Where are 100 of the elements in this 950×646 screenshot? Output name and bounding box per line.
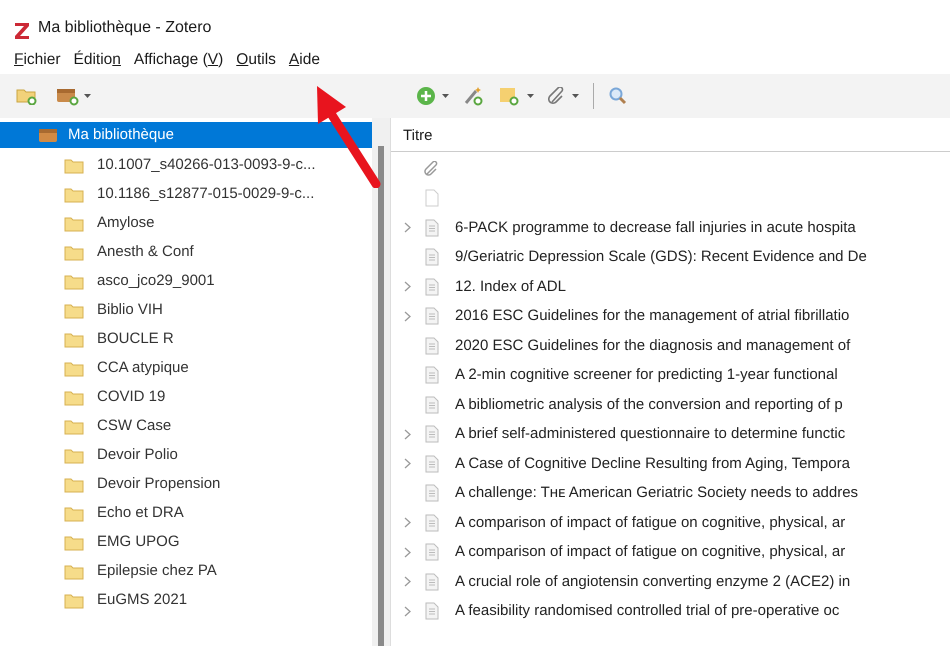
collection-item[interactable]: COVID 19 bbox=[0, 383, 372, 412]
collection-item[interactable]: 10.1186_s12877-015-0029-9-c... bbox=[0, 180, 372, 209]
new-item-button[interactable] bbox=[416, 86, 449, 106]
document-icon bbox=[425, 248, 439, 266]
collection-item[interactable]: Epilepsie chez PA bbox=[0, 557, 372, 586]
item-row[interactable]: 6-PACK programme to decrease fall injuries in acute hospita bbox=[391, 213, 950, 242]
folder-icon bbox=[64, 274, 84, 290]
item-title: 9/Geriatric Depression Scale (GDS): Recent Evidence and De bbox=[454, 247, 867, 267]
menu-item[interactable]: Édition bbox=[74, 48, 121, 72]
item-title: 6-PACK programme to decrease fall injuries in acute hospita bbox=[454, 218, 856, 238]
caret-icon bbox=[442, 94, 449, 98]
collection-item[interactable]: EMG UPOG bbox=[0, 528, 372, 557]
expand-chevron-icon[interactable] bbox=[404, 576, 410, 588]
new-library-button[interactable] bbox=[56, 86, 91, 106]
item-row[interactable]: 2016 ESC Guidelines for the management of atrial fibrillatio bbox=[391, 302, 950, 331]
item-title: A crucial role of angiotensin converting enzyme 2 (ACE2) in bbox=[454, 572, 850, 592]
library-icon bbox=[38, 127, 58, 143]
item-title: A bibliometric analysis of the conversion and reporting of p bbox=[454, 394, 843, 414]
document-icon bbox=[425, 396, 439, 414]
item-title: 2020 ESC Guidelines for the diagnosis and management of bbox=[454, 336, 850, 356]
item-row[interactable]: 12. Index of ADL bbox=[391, 272, 950, 302]
library-row[interactable]: Ma bibliothèque bbox=[0, 122, 372, 148]
folder-icon bbox=[64, 592, 84, 608]
folder-icon bbox=[64, 186, 84, 202]
document-icon bbox=[425, 454, 439, 473]
collection-item[interactable]: Biblio VIH bbox=[0, 296, 372, 325]
collection-item[interactable]: asco_jco29_9001 bbox=[0, 267, 372, 296]
expand-chevron-icon[interactable] bbox=[404, 281, 410, 292]
item-row[interactable]: A comparison of impact of fatigue on cognitive, physical, ar bbox=[391, 508, 950, 538]
folder-icon bbox=[64, 534, 84, 550]
document-icon bbox=[425, 514, 439, 532]
document-icon bbox=[425, 366, 439, 384]
window-title: Ma bibliothèque - Zotero bbox=[38, 18, 212, 38]
new-folder-icon[interactable] bbox=[16, 87, 38, 105]
item-row[interactable]: A feasibility randomised controlled trial of pre-operative oc bbox=[391, 596, 950, 626]
folder-icon bbox=[64, 418, 84, 434]
document-icon bbox=[425, 543, 439, 562]
document-icon bbox=[425, 572, 439, 591]
expand-chevron-icon[interactable] bbox=[404, 428, 410, 440]
item-title: A comparison of impact of fatigue on cognitive, physical, ar bbox=[454, 512, 846, 532]
collection-item[interactable]: Devoir Polio bbox=[0, 441, 372, 470]
folder-icon bbox=[64, 390, 84, 406]
wand-icon[interactable] bbox=[463, 85, 485, 107]
menu-item[interactable]: Fichier bbox=[14, 48, 61, 72]
item-row[interactable]: A Case of Cognitive Decline Resulting from Aging, Tempora bbox=[391, 449, 950, 478]
folder-icon bbox=[64, 506, 84, 522]
item-row[interactable]: A challenge: Tʜᴇ American Geriatric Society needs to addres bbox=[391, 478, 950, 508]
expand-chevron-icon[interactable] bbox=[404, 517, 410, 528]
item-row[interactable]: A bibliometric analysis of the conversion and reporting of p bbox=[391, 390, 950, 420]
menu-item[interactable]: Affichage (V) bbox=[134, 48, 224, 72]
item-row[interactable]: 9/Geriatric Depression Scale (GDS): Recent Evidence and De bbox=[391, 242, 950, 272]
app-logo-icon bbox=[14, 22, 30, 40]
search-icon[interactable] bbox=[608, 86, 628, 106]
item-title: A Case of Cognitive Decline Resulting from Aging, Tempora bbox=[454, 454, 850, 474]
expand-chevron-icon[interactable] bbox=[404, 222, 410, 234]
collection-item[interactable]: CSW Case bbox=[0, 412, 372, 441]
scrollbar-thumb[interactable] bbox=[378, 146, 384, 646]
paperclip-icon bbox=[548, 87, 566, 105]
new-note-button[interactable] bbox=[499, 86, 534, 106]
collection-item[interactable]: Amylose bbox=[0, 209, 372, 238]
document-icon bbox=[425, 218, 439, 237]
collection-item[interactable]: 10.1007_s40266-013-0093-9-c... bbox=[0, 151, 372, 180]
folder-icon bbox=[64, 244, 84, 260]
library-icon bbox=[56, 86, 80, 106]
caret-icon bbox=[572, 94, 579, 98]
folder-icon bbox=[64, 332, 84, 348]
document-icon bbox=[425, 602, 439, 620]
column-header[interactable]: Titre bbox=[403, 124, 432, 147]
item-row[interactable]: A brief self-administered questionnaire to determine functic bbox=[391, 420, 950, 449]
attachment-button[interactable] bbox=[548, 87, 579, 105]
menu-item[interactable]: Aide bbox=[288, 48, 320, 72]
note-icon bbox=[499, 86, 521, 106]
expand-chevron-icon[interactable] bbox=[404, 606, 410, 617]
document-icon bbox=[425, 484, 439, 502]
plus-circle-icon bbox=[416, 86, 436, 106]
collection-item[interactable]: Devoir Propension bbox=[0, 470, 372, 499]
item-title: A feasibility randomised controlled trial of pre-operative oc bbox=[454, 601, 840, 621]
folder-icon bbox=[64, 476, 84, 492]
collection-item[interactable]: BOUCLE R bbox=[0, 325, 372, 354]
collection-item[interactable]: EuGMS 2021 bbox=[0, 586, 372, 615]
caret-icon bbox=[84, 94, 91, 98]
item-row[interactable]: 2020 ESC Guidelines for the diagnosis and management of bbox=[391, 331, 950, 360]
item-row[interactable]: A crucial role of angiotensin converting enzyme 2 (ACE2) in bbox=[391, 567, 950, 596]
folder-icon bbox=[64, 448, 84, 464]
menu-item[interactable]: Outils bbox=[236, 48, 276, 72]
item-title: A challenge: Tʜᴇ American Geriatric Society needs to addres bbox=[454, 483, 858, 503]
item-row[interactable]: A 2-min cognitive screener for predicting 1-year functional bbox=[391, 360, 950, 390]
document-icon bbox=[425, 336, 439, 355]
folder-icon bbox=[64, 158, 84, 174]
paperclip-icon bbox=[424, 160, 440, 177]
expand-chevron-icon[interactable] bbox=[404, 310, 410, 322]
expand-chevron-icon[interactable] bbox=[404, 458, 410, 470]
collection-item[interactable]: Anesth & Conf bbox=[0, 238, 372, 267]
caret-icon bbox=[527, 94, 534, 98]
collection-item[interactable]: Echo et DRA bbox=[0, 499, 372, 528]
item-row[interactable]: A comparison of impact of fatigue on cognitive, physical, ar bbox=[391, 538, 950, 567]
item-title: A comparison of impact of fatigue on cognitive, physical, ar bbox=[454, 542, 846, 562]
expand-chevron-icon[interactable] bbox=[404, 546, 410, 558]
document-icon bbox=[425, 278, 439, 296]
collection-item[interactable]: CCA atypique bbox=[0, 354, 372, 383]
